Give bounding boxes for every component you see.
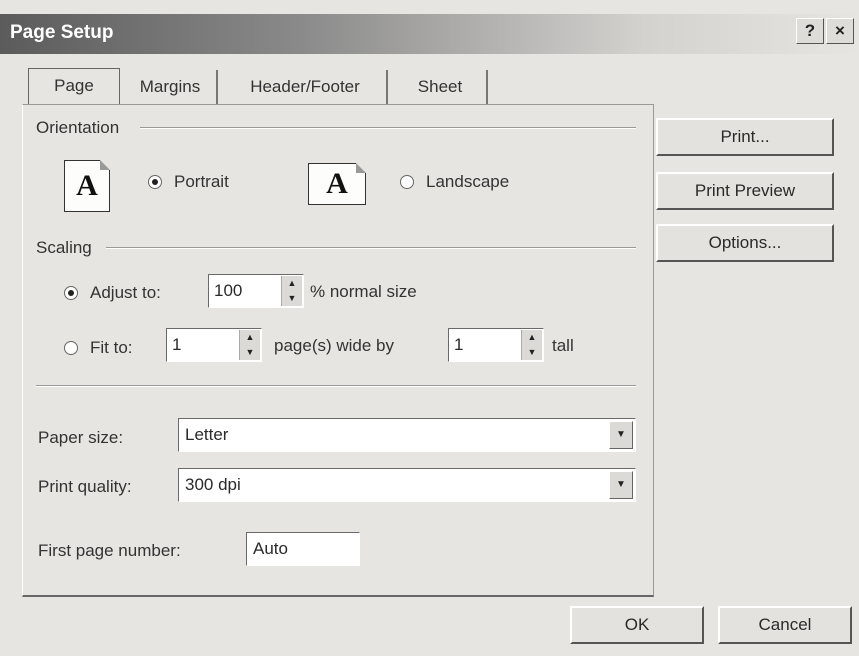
print-quality-select[interactable]: 300 dpi ▼ [178,468,636,502]
tab-sheet[interactable]: Sheet [394,70,488,104]
scaling-label: Scaling [36,238,92,257]
fit-tall-suffix: tall [552,336,574,355]
print-quality-label: Print quality: [38,477,132,496]
print-button[interactable]: Print... [656,118,834,156]
paper-size-select[interactable]: Letter ▼ [178,418,636,452]
tab-header-footer[interactable]: Header/Footer [224,70,388,104]
close-button[interactable]: × [826,18,854,44]
spin-down-icon[interactable]: ▼ [240,345,260,360]
scaling-divider [106,247,636,249]
spin-down-icon[interactable]: ▼ [522,345,542,360]
print-preview-button[interactable]: Print Preview [656,172,834,210]
adjust-to-spin-buttons[interactable]: ▲ ▼ [281,276,302,306]
spin-up-icon[interactable]: ▲ [522,330,542,345]
fit-wide-suffix: page(s) wide by [274,336,395,355]
cancel-button[interactable]: Cancel [718,606,852,644]
spin-down-icon[interactable]: ▼ [282,291,302,306]
ok-button[interactable]: OK [570,606,704,644]
fit-tall-spin-buttons[interactable]: ▲ ▼ [521,330,542,360]
portrait-radio[interactable] [148,175,162,189]
window-title: Page Setup [10,22,114,43]
fit-to-label[interactable]: Fit to: [90,338,133,358]
fit-tall-value[interactable]: 1 [454,335,463,355]
adjust-to-value[interactable]: 100 [214,281,242,301]
first-page-number-label: First page number: [38,541,181,560]
first-page-number-input[interactable]: Auto [246,532,360,566]
landscape-label[interactable]: Landscape [426,172,509,192]
fit-tall-spinner[interactable]: 1 ▲ ▼ [448,328,544,362]
landscape-page-icon: A [308,163,366,205]
adjust-to-suffix: % normal size [310,282,417,301]
tab-page[interactable]: Page [28,68,120,104]
paper-size-value[interactable]: Letter [185,425,228,445]
spin-up-icon[interactable]: ▲ [240,330,260,345]
adjust-to-label[interactable]: Adjust to: [90,283,161,303]
adjust-to-spinner[interactable]: 100 ▲ ▼ [208,274,304,308]
print-quality-value[interactable]: 300 dpi [185,475,241,495]
portrait-label[interactable]: Portrait [174,172,229,192]
title-bar: Page Setup ? × [0,14,859,54]
orientation-label: Orientation [36,118,120,137]
orientation-divider [140,127,636,129]
first-page-number-value[interactable]: Auto [253,539,288,559]
help-button[interactable]: ? [796,18,824,44]
fit-wide-value[interactable]: 1 [172,335,181,355]
scaling-bottom-divider [36,385,636,387]
fit-wide-spin-buttons[interactable]: ▲ ▼ [239,330,260,360]
options-button[interactable]: Options... [656,224,834,262]
chevron-down-icon[interactable]: ▼ [609,471,633,499]
adjust-to-radio[interactable] [64,286,78,300]
chevron-down-icon[interactable]: ▼ [609,421,633,449]
fit-to-radio[interactable] [64,341,78,355]
landscape-radio[interactable] [400,175,414,189]
spin-up-icon[interactable]: ▲ [282,276,302,291]
portrait-page-icon: A [64,160,110,212]
tab-margins[interactable]: Margins [124,70,218,104]
fit-wide-spinner[interactable]: 1 ▲ ▼ [166,328,262,362]
paper-size-label: Paper size: [38,428,124,447]
